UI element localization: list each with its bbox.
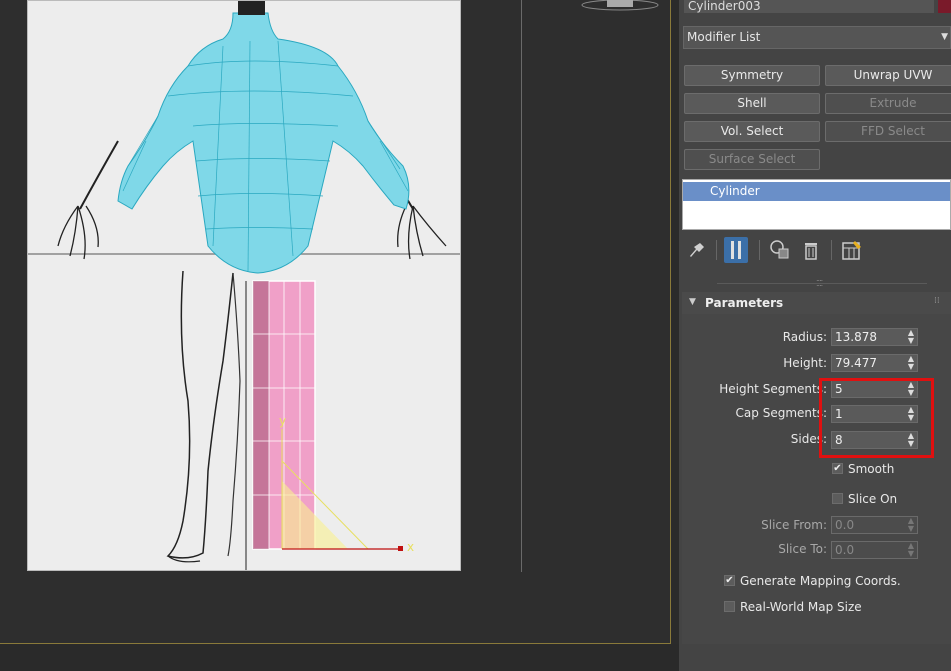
modifier-stack[interactable]: Cylinder — [682, 179, 951, 230]
surface-select-button[interactable]: Surface Select — [684, 149, 820, 170]
scene-render: y x — [28, 1, 460, 570]
pin-stack-icon[interactable] — [685, 237, 709, 263]
viewcube-icon[interactable] — [580, 0, 660, 14]
panel-resize-grip[interactable]: ⁚⁚⁚⁚ — [816, 279, 823, 288]
object-name-field[interactable]: Cylinder003 — [684, 0, 934, 13]
cap-segments-label: Cap Segments: — [735, 406, 827, 420]
rollout-grip-icon[interactable]: ⁞⁞ — [934, 296, 940, 306]
viewport-divider — [521, 0, 522, 572]
sides-label: Sides: — [790, 432, 827, 446]
spinner-arrows-icon[interactable]: ▲ ▼ — [908, 329, 914, 345]
slice-on-checkbox[interactable] — [832, 493, 843, 504]
slice-to-spinner[interactable]: 0.0 ▲ ▼ — [831, 541, 918, 559]
height-label: Height: — [783, 356, 827, 370]
spinner-arrows-icon[interactable]: ▲ ▼ — [908, 355, 914, 371]
gizmo-x-label: x — [407, 540, 414, 554]
generate-mapping-label: Generate Mapping Coords. — [740, 574, 901, 588]
unwrap-uvw-button[interactable]: Unwrap UVW — [825, 65, 951, 86]
slice-from-value: 0.0 — [835, 518, 855, 532]
radius-label: Radius: — [782, 330, 827, 344]
symmetry-button[interactable]: Symmetry — [684, 65, 820, 86]
extrude-button[interactable]: Extrude — [825, 93, 951, 114]
remove-modifier-icon[interactable] — [799, 237, 823, 263]
modifier-list-dropdown[interactable]: Modifier List ▼ — [683, 26, 951, 49]
real-world-map-label: Real-World Map Size — [740, 600, 862, 614]
chevron-down-icon: ▼ — [941, 32, 948, 42]
collapse-triangle-icon[interactable]: ▼ — [689, 297, 696, 307]
smooth-label: Smooth — [848, 462, 895, 476]
spinner-arrows-icon[interactable]: ▲ ▼ — [908, 517, 914, 533]
height-segments-label: Height Segments: — [719, 382, 827, 396]
configure-modifier-sets-icon[interactable] — [840, 237, 864, 263]
height-spinner[interactable]: 79.477 ▲ ▼ — [831, 354, 918, 372]
parameters-title: Parameters — [705, 296, 784, 310]
radius-value: 13.878 — [835, 330, 877, 344]
slice-on-label: Slice On — [848, 492, 898, 506]
make-unique-icon[interactable] — [768, 237, 792, 263]
show-end-result-icon[interactable] — [724, 237, 748, 263]
object-color-swatch[interactable] — [938, 0, 951, 13]
slice-from-label: Slice From: — [761, 518, 827, 532]
generate-mapping-checkbox[interactable]: ✔ — [724, 575, 735, 586]
highlight-annotation — [819, 378, 934, 458]
real-world-map-checkbox[interactable] — [724, 601, 735, 612]
smooth-checkbox[interactable]: ✔ — [832, 463, 843, 474]
stack-item-cylinder[interactable]: Cylinder — [683, 182, 950, 201]
modifier-list-label: Modifier List — [687, 30, 761, 44]
ffd-select-button[interactable]: FFD Select — [825, 121, 951, 142]
slice-to-label: Slice To: — [778, 542, 827, 556]
radius-spinner[interactable]: 13.878 ▲ ▼ — [831, 328, 918, 346]
vol-select-button[interactable]: Vol. Select — [684, 121, 820, 142]
slice-from-spinner[interactable]: 0.0 ▲ ▼ — [831, 516, 918, 534]
gizmo-y-label: y — [279, 414, 286, 428]
spinner-arrows-icon[interactable]: ▲ ▼ — [908, 542, 914, 558]
reference-image-plane: y x — [27, 0, 461, 571]
height-value: 79.477 — [835, 356, 877, 370]
slice-to-value: 0.0 — [835, 543, 855, 557]
shell-button[interactable]: Shell — [684, 93, 820, 114]
